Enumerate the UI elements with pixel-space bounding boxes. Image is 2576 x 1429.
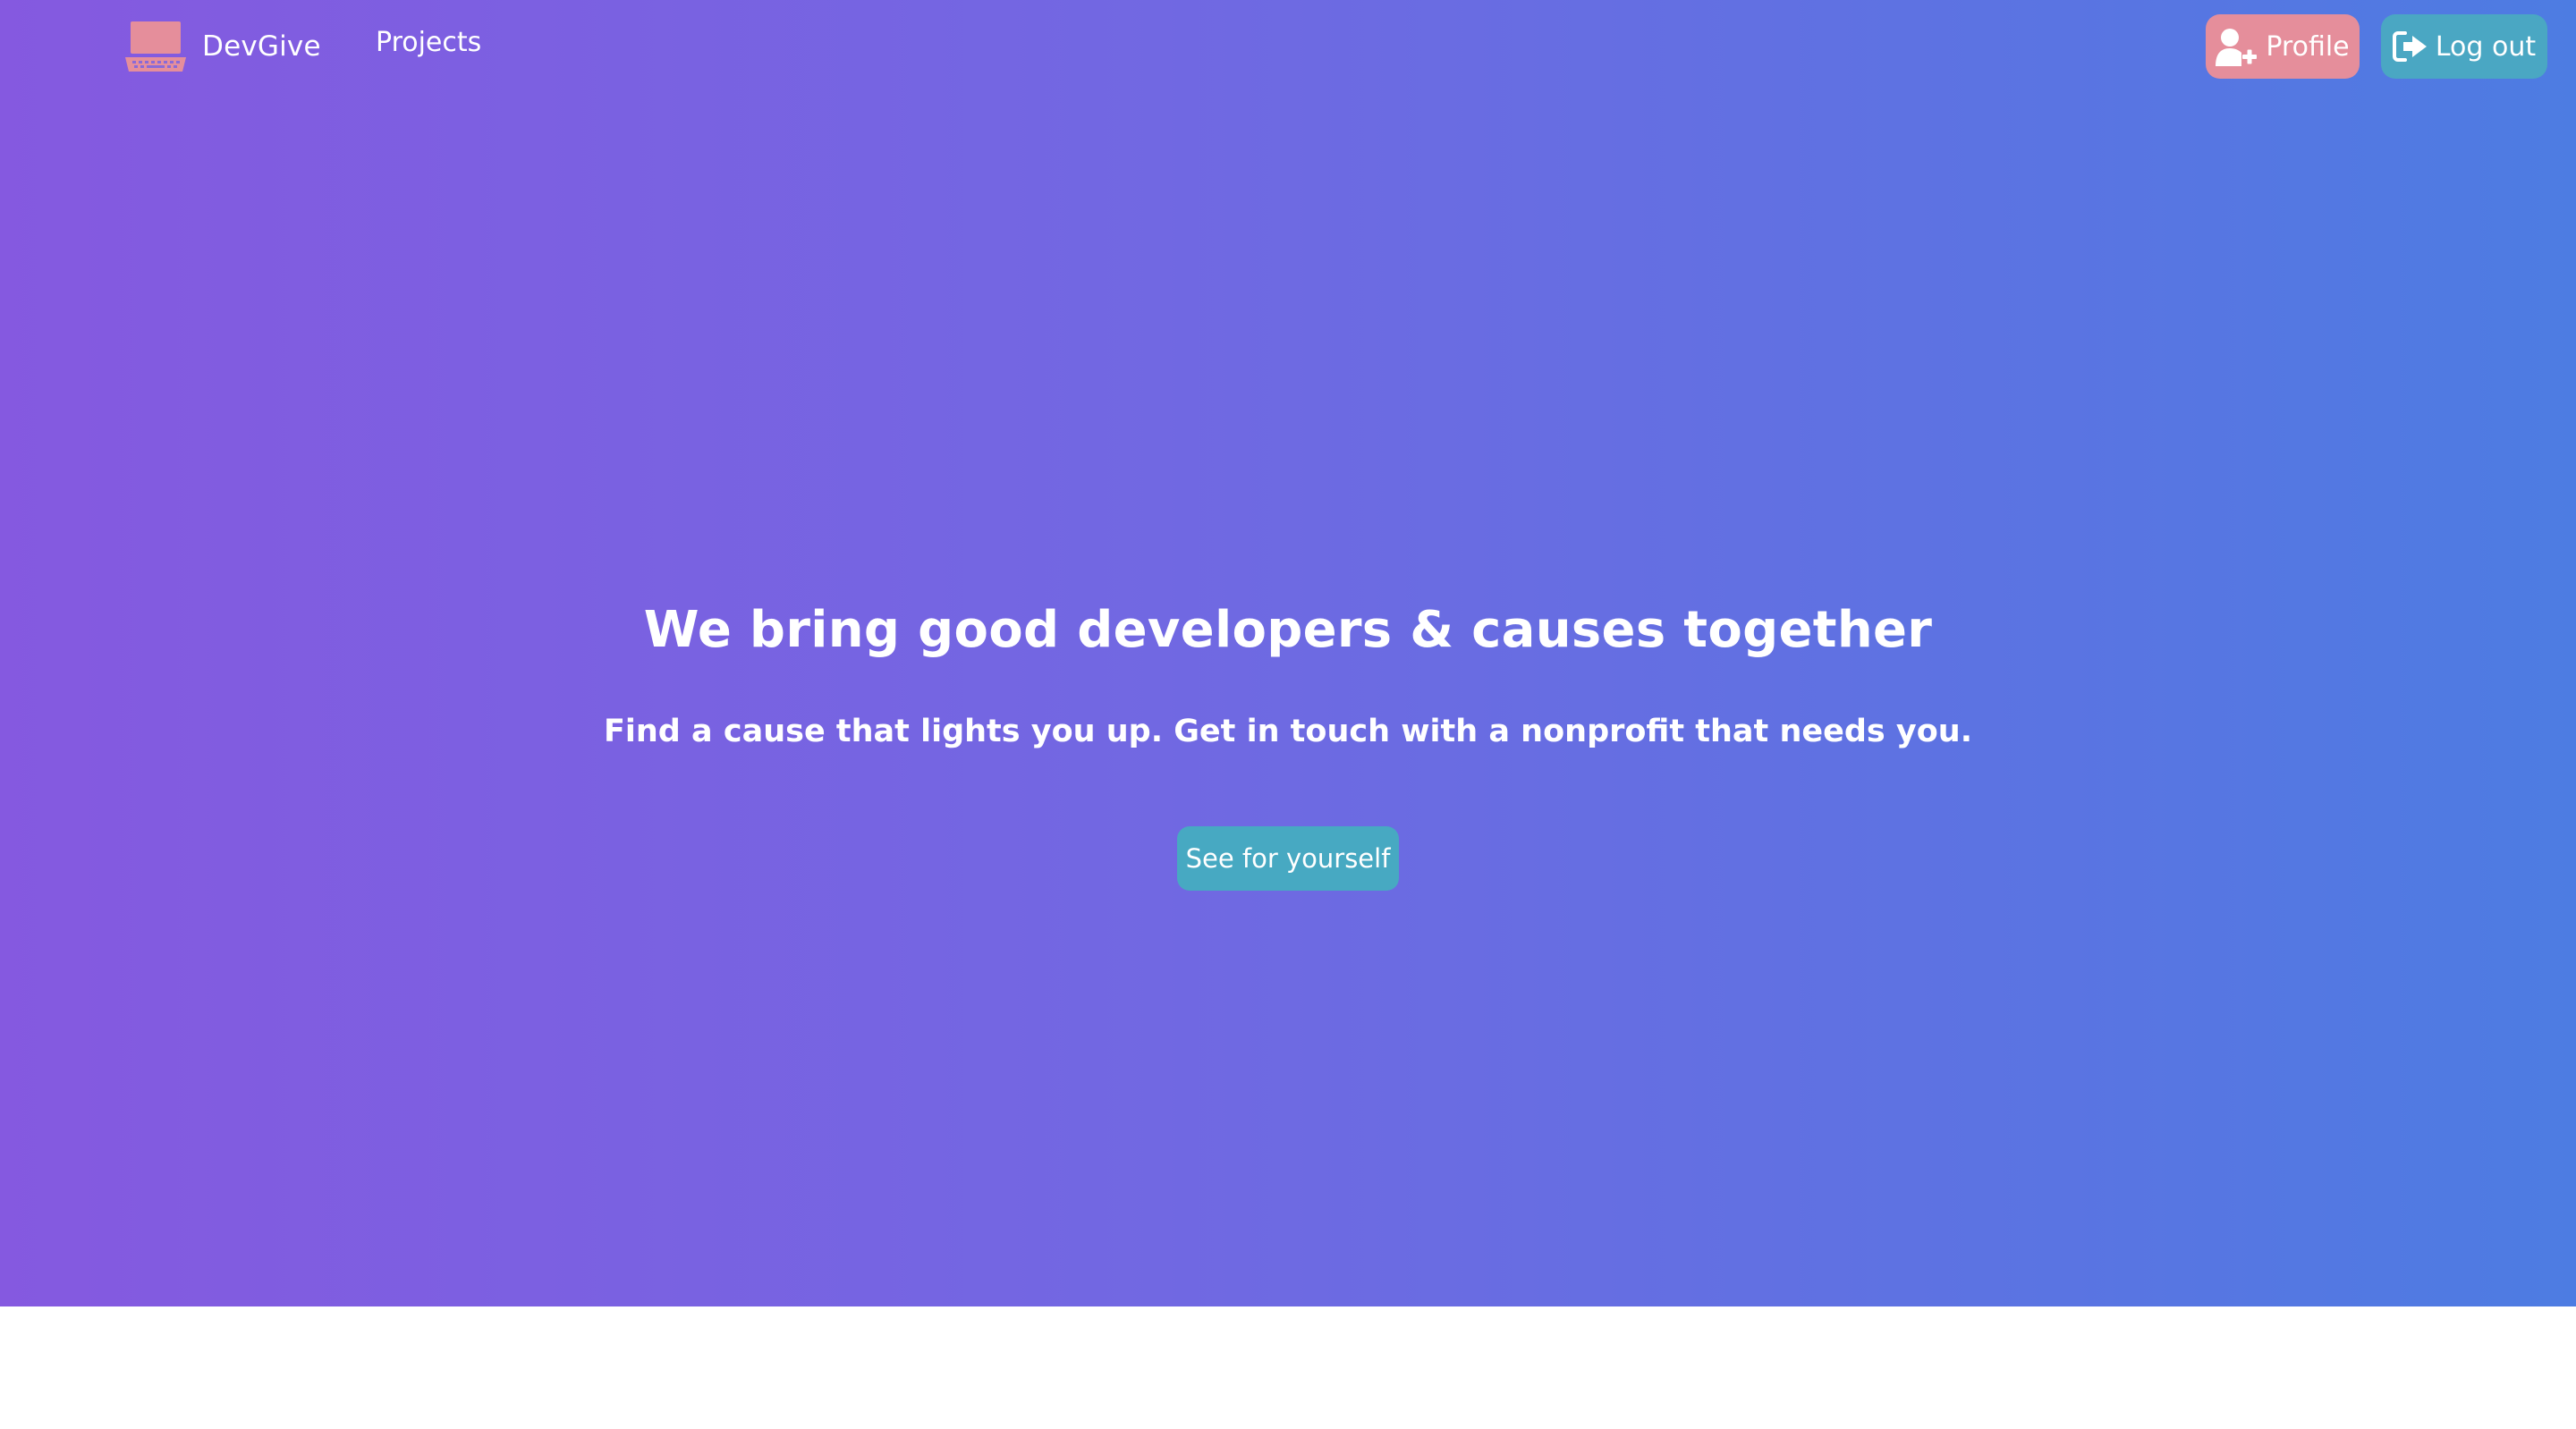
hero-content: We bring good developers & causes togeth… [0, 0, 2576, 1306]
hero-section: DevGive Projects Profile Log out We brin… [0, 0, 2576, 1306]
hero-title: We bring good developers & causes togeth… [643, 601, 1933, 659]
see-for-yourself-button[interactable]: See for yourself [1177, 826, 1399, 891]
hero-subtitle: Find a cause that lights you up. Get in … [603, 714, 1973, 749]
